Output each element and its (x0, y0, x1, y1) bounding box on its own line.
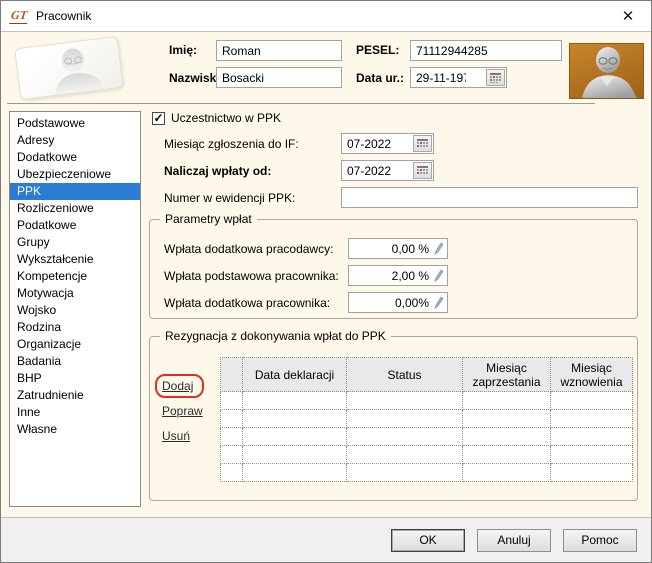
avatar-person-icon (582, 47, 637, 98)
resignation-groupbox: Rezygnacja z dokonywania wpłat do PPK Do… (149, 329, 638, 501)
resignation-group-title: Rezygnacja z dokonywania wpłat do PPK (160, 329, 391, 343)
header-miesiac-wznowienia: Miesiąc wznowienia (550, 357, 633, 392)
enrollment-month-input[interactable] (342, 135, 402, 152)
birth-date-field[interactable] (410, 67, 507, 88)
sidebar-item-zatrudnienie[interactable]: Zatrudnienie (10, 387, 140, 404)
employer-extra-label: Wpłata dodatkowa pracodawcy: (164, 242, 334, 256)
employee-basic-label: Wpłata podstawowa pracownika: (164, 269, 339, 283)
first-name-label: Imię: (169, 43, 198, 57)
help-button[interactable]: Pomoc (563, 528, 637, 552)
pencil-icon (434, 296, 444, 309)
ppk-number-field[interactable] (341, 187, 638, 208)
birth-date-label: Data ur.: (356, 71, 405, 85)
sidebar-item-grupy[interactable]: Grupy (10, 234, 140, 251)
ppk-participation-row: ✓ Uczestnictwo w PPK (152, 111, 281, 125)
table-row[interactable] (220, 427, 633, 446)
sidebar-item-podstawowe[interactable]: Podstawowe (10, 115, 140, 132)
delete-link[interactable]: Usuń (162, 429, 190, 443)
calendar-icon[interactable] (486, 69, 505, 86)
sidebar-item-adresy[interactable]: Adresy (10, 132, 140, 149)
header-data-deklaracji: Data deklaracji (242, 357, 347, 392)
resignation-table[interactable]: Data deklaracji Status Miesiąc zaprzesta… (220, 357, 633, 482)
header-status: Status (346, 357, 463, 392)
sidebar-item-wojsko[interactable]: Wojsko (10, 302, 140, 319)
ok-button[interactable]: OK (391, 528, 465, 552)
close-icon[interactable]: ✕ (613, 3, 643, 29)
charge-from-field[interactable] (341, 160, 434, 181)
employee-avatar (569, 43, 644, 99)
header-separator (7, 103, 595, 104)
employer-extra-field[interactable]: 0,00 % (348, 238, 448, 259)
pesel-field[interactable] (410, 40, 562, 61)
window-title: Pracownik (36, 9, 92, 23)
enrollment-month-label: Miesiąc zgłoszenia do IF: (164, 137, 299, 151)
first-name-field[interactable] (216, 40, 342, 61)
table-row[interactable] (220, 391, 633, 410)
sidebar-item-motywacja[interactable]: Motywacja (10, 285, 140, 302)
employee-extra-value: 0,00% (394, 295, 429, 310)
pencil-icon (434, 242, 444, 255)
sidebar-item-dodatkowe[interactable]: Dodatkowe (10, 149, 140, 166)
sidebar-item-wyksztalcenie[interactable]: Wykształcenie (10, 251, 140, 268)
params-group-title: Parametry wpłat (160, 212, 257, 226)
pencil-icon (434, 269, 444, 282)
sidebar-item-organizacje[interactable]: Organizacje (10, 336, 140, 353)
sidebar-item-badania[interactable]: Badania (10, 353, 140, 370)
cancel-button[interactable]: Anuluj (477, 528, 551, 552)
card-person-icon (55, 48, 106, 95)
sidebar-item-ppk[interactable]: PPK (10, 183, 140, 200)
category-list: Podstawowe Adresy Dodatkowe Ubezpieczeni… (9, 111, 141, 507)
edit-link[interactable]: Popraw (162, 404, 203, 418)
table-row[interactable] (220, 463, 633, 482)
last-name-field[interactable] (216, 67, 342, 88)
sidebar-item-wlasne[interactable]: Własne (10, 421, 140, 438)
add-link[interactable]: Dodaj (162, 379, 193, 393)
ppk-number-label: Numer w ewidencji PPK: (164, 191, 296, 205)
sidebar-item-rozliczeniowe[interactable]: Rozliczeniowe (10, 200, 140, 217)
sidebar-item-podatkowe[interactable]: Podatkowe (10, 217, 140, 234)
sidebar-item-kompetencje[interactable]: Kompetencje (10, 268, 140, 285)
birth-date-input[interactable] (411, 69, 471, 86)
pesel-label: PESEL: (356, 43, 400, 57)
sidebar-item-bhp[interactable]: BHP (10, 370, 140, 387)
header-empty (220, 357, 243, 392)
sidebar-item-ubezpieczeniowe[interactable]: Ubezpieczeniowe (10, 166, 140, 183)
charge-from-input[interactable] (342, 162, 402, 179)
employer-extra-value: 0,00 % (391, 241, 429, 256)
pracownik-dialog: GT Pracownik ✕ Imię: Nazwisko: PESEL: Da… (0, 0, 652, 563)
sidebar-item-inne[interactable]: Inne (10, 404, 140, 421)
enrollment-month-field[interactable] (341, 133, 434, 154)
ppk-participation-label: Uczestnictwo w PPK (171, 111, 282, 125)
table-row[interactable] (220, 409, 633, 428)
employee-extra-label: Wpłata dodatkowa pracownika: (164, 296, 331, 310)
button-bar: OK Anuluj Pomoc (1, 517, 651, 562)
ppk-participation-checkbox[interactable]: ✓ (152, 111, 165, 125)
title-bar: GT Pracownik ✕ (1, 1, 651, 32)
table-header-row: Data deklaracji Status Miesiąc zaprzesta… (220, 357, 633, 392)
employee-extra-field[interactable]: 0,00% (348, 292, 448, 313)
header-miesiac-zaprzestania: Miesiąc zaprzestania (462, 357, 551, 392)
employee-basic-field[interactable]: 2,00 % (348, 265, 448, 286)
employee-card-graphic (14, 35, 124, 101)
calendar-icon[interactable] (413, 162, 432, 179)
employee-basic-value: 2,00 % (391, 268, 429, 283)
resignation-links: Dodaj Popraw Usuń (155, 374, 204, 454)
sidebar-item-rodzina[interactable]: Rodzina (10, 319, 140, 336)
table-row[interactable] (220, 445, 633, 464)
calendar-icon[interactable] (413, 135, 432, 152)
app-logo-icon: GT (9, 8, 29, 24)
charge-from-label: Naliczaj wpłaty od: (164, 164, 272, 178)
